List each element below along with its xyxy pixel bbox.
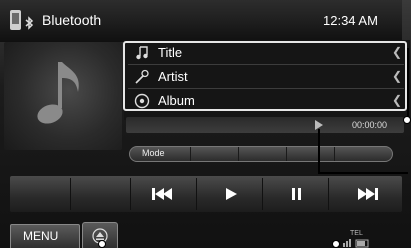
mode-divider: [190, 147, 191, 161]
mode-divider: [334, 147, 335, 161]
phone-bluetooth-icon: [10, 10, 34, 30]
tel-label: TEL: [350, 230, 363, 237]
callout-marker: [332, 240, 340, 248]
mode-divider: [238, 147, 239, 161]
play-icon: [226, 188, 237, 200]
blank-button[interactable]: [70, 178, 131, 210]
bluetooth-audio-screen: Bluetooth 12:34 AM Title ❮ Artist ❮ Albu…: [0, 0, 411, 248]
skip-previous-icon: [152, 188, 172, 200]
screen-title: Bluetooth: [42, 12, 102, 28]
info-highlight-frame: [123, 41, 407, 111]
skip-next-icon: [358, 188, 378, 200]
blank-button[interactable]: [10, 178, 70, 210]
callout-marker: [403, 116, 411, 124]
mode-divider: [286, 147, 287, 161]
callout-line: [318, 172, 408, 174]
menu-button[interactable]: MENU: [10, 224, 80, 248]
menu-label: MENU: [23, 229, 59, 243]
callout-line: [318, 129, 320, 173]
callout-marker: [98, 240, 106, 248]
mode-label: Mode: [142, 148, 165, 158]
next-track-button[interactable]: [328, 178, 403, 210]
signal-battery-icon: [343, 239, 369, 248]
playback-controls: [10, 176, 402, 212]
clock: 12:34 AM: [323, 13, 378, 28]
music-note-icon: [37, 62, 79, 124]
tel-indicator: TEL: [340, 230, 380, 248]
album-artwork: [4, 42, 122, 150]
previous-track-button[interactable]: [130, 178, 197, 210]
mode-button[interactable]: Mode: [129, 146, 393, 162]
pause-button[interactable]: [262, 178, 329, 210]
header-bar: Bluetooth 12:34 AM: [0, 0, 402, 42]
pause-icon: [292, 188, 301, 200]
elapsed-time: 00:00:00: [352, 120, 388, 130]
play-button[interactable]: [196, 178, 263, 210]
callout-line: [407, 48, 409, 118]
